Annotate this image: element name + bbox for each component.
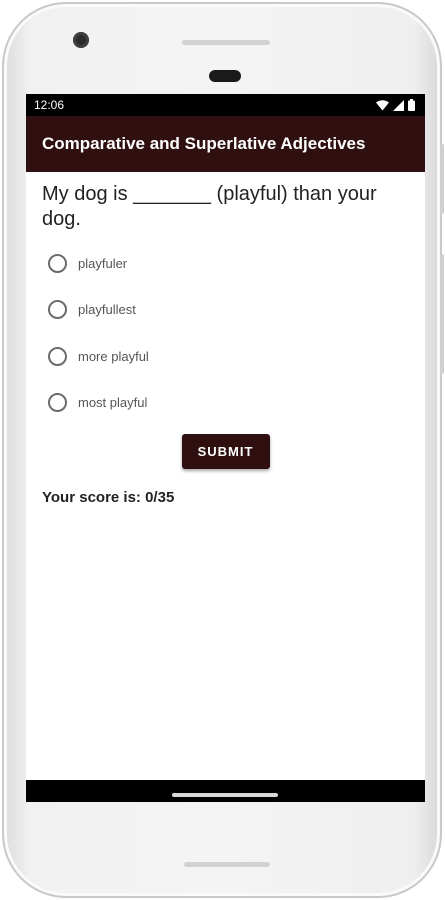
front-camera	[73, 32, 89, 48]
battery-icon	[408, 99, 415, 111]
quiz-content: My dog is _______ (playful) than your do…	[26, 172, 425, 506]
navigation-bar	[26, 780, 425, 802]
option-label: most playful	[78, 395, 148, 411]
radio-button[interactable]	[48, 393, 67, 413]
screen: 12:06 Comparative and Superlative Adject…	[26, 94, 425, 802]
signal-icon	[393, 99, 404, 111]
app-bar: Comparative and Superlative Adjectives	[26, 116, 425, 172]
app-title: Comparative and Superlative Adjectives	[42, 134, 366, 153]
status-bar: 12:06	[26, 94, 425, 116]
volume-button	[440, 254, 444, 374]
radio-button[interactable]	[48, 346, 67, 366]
question-text: My dog is _______ (playful) than your do…	[42, 183, 377, 230]
submit-button[interactable]: SUBMIT	[181, 434, 270, 469]
radio-button[interactable]	[48, 300, 67, 320]
submit-container: SUBMIT	[42, 434, 409, 469]
proximity-sensor	[209, 70, 241, 82]
answer-options: playfuler playfullest more playful most …	[42, 240, 409, 426]
phone-frame: 12:06 Comparative and Superlative Adject…	[2, 2, 444, 898]
option-label: playfullest	[78, 302, 136, 318]
earpiece-speaker	[182, 40, 270, 45]
option-most-playful[interactable]: most playful	[42, 380, 409, 427]
radio-button[interactable]	[48, 253, 67, 273]
option-label: more playful	[78, 348, 149, 364]
option-label: playfuler	[78, 255, 128, 271]
wifi-icon	[376, 99, 389, 110]
bottom-speaker	[184, 862, 270, 867]
option-more-playful[interactable]: more playful	[42, 333, 409, 380]
option-playfullest[interactable]: playfullest	[42, 287, 409, 334]
power-button	[440, 144, 444, 214]
home-gesture-pill[interactable]	[172, 793, 278, 797]
status-time: 12:06	[34, 98, 65, 112]
score-text: Your score is: 0/35	[42, 489, 175, 506]
status-icons	[376, 99, 415, 111]
option-playfuler[interactable]: playfuler	[42, 240, 409, 287]
